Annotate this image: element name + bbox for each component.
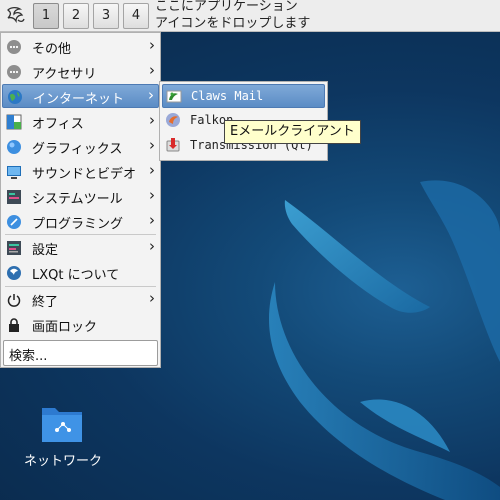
menu-item-label: プログラミング [32,217,124,232]
menu-item-lock-screen[interactable]: 画面ロック [2,313,159,337]
menu-separator [5,234,156,235]
lxqt-icon [7,266,21,280]
lock-icon [9,318,19,332]
chevron-right-icon: › [149,161,155,179]
submenu-item-label: Claws Mail [191,89,264,103]
power-icon [7,294,21,307]
network-folder-icon [42,408,82,442]
menu-item-about-lxqt[interactable]: LXQt について [2,261,159,285]
menu-search-input[interactable]: 検索... [3,340,158,366]
ellipsis-icon [7,40,21,54]
ellipsis-icon [7,65,21,79]
development-icon [7,215,21,229]
claws-mail-icon [166,90,182,103]
menu-item-label: アクセサリ [32,67,97,82]
menu-item-office[interactable]: オフィス › [2,110,159,134]
menu-item-system-tools[interactable]: システムツール › [2,185,159,209]
desktop-icon-network[interactable]: ネットワーク [20,400,106,472]
menu-item-accessories[interactable]: アクセサリ › [2,60,159,84]
menu-item-label: LXQt について [32,268,120,283]
menu-item-label: 設定 [32,243,59,258]
transmission-icon [166,138,180,152]
menu-separator [5,286,156,287]
lxqt-logo-icon [7,6,25,24]
desktop-switch-3[interactable]: 3 [93,3,119,29]
menu-item-shutdown[interactable]: 終了 › [2,288,159,312]
search-placeholder: 検索... [9,349,48,364]
submenu-item-claws-mail[interactable]: Claws Mail [162,84,325,108]
office-icon [6,114,22,130]
menu-item-other[interactable]: その他 › [2,35,159,59]
menu-item-graphics[interactable]: グラフィックス › [2,135,159,159]
chevron-right-icon: › [149,61,155,79]
chevron-right-icon: › [149,186,155,204]
desktop-switch-2[interactable]: 2 [63,3,89,29]
menu-item-label: オフィス [32,117,84,132]
graphics-icon [7,140,21,154]
top-panel: 1 2 3 4 ここにアプリケーション アイコンをドロップします [0,0,500,32]
chevron-right-icon: › [149,237,155,255]
settings-icon [7,241,21,255]
menu-item-internet[interactable]: インターネット › [2,84,159,108]
chevron-right-icon: › [149,289,155,307]
menu-item-label: 画面ロック [32,320,98,335]
desktop-switch-1[interactable]: 1 [33,3,59,29]
globe-icon [8,90,22,104]
chevron-right-icon: › [148,86,154,104]
system-icon [7,190,21,204]
desktop-switch-4[interactable]: 4 [123,3,149,29]
menu-item-label: 終了 [32,295,59,310]
menu-item-programming[interactable]: プログラミング › [2,210,159,234]
application-menu: その他 › アクセサリ › インターネット › オフィス › グラフィックス › [0,32,161,368]
falkon-icon [166,113,180,127]
chevron-right-icon: › [149,36,155,54]
menu-item-sound-video[interactable]: サウンドとビデオ › [2,160,159,184]
quicklaunch-drop-hint[interactable]: ここにアプリケーション アイコンをドロップします [155,0,310,32]
menu-item-label: インターネット [33,92,125,107]
menu-item-label: その他 [32,42,72,57]
start-menu-button[interactable] [2,3,28,29]
menu-item-settings[interactable]: 設定 › [2,236,159,260]
desktop-icon-label: ネットワーク [23,454,102,469]
chevron-right-icon: › [149,136,155,154]
tooltip: Eメールクライアント [224,120,361,144]
chevron-right-icon: › [149,211,155,229]
menu-item-label: サウンドとビデオ [32,167,137,182]
chevron-right-icon: › [149,111,155,129]
menu-item-label: グラフィックス [32,142,123,157]
menu-item-label: システムツール [32,192,123,207]
multimedia-icon [7,166,21,179]
